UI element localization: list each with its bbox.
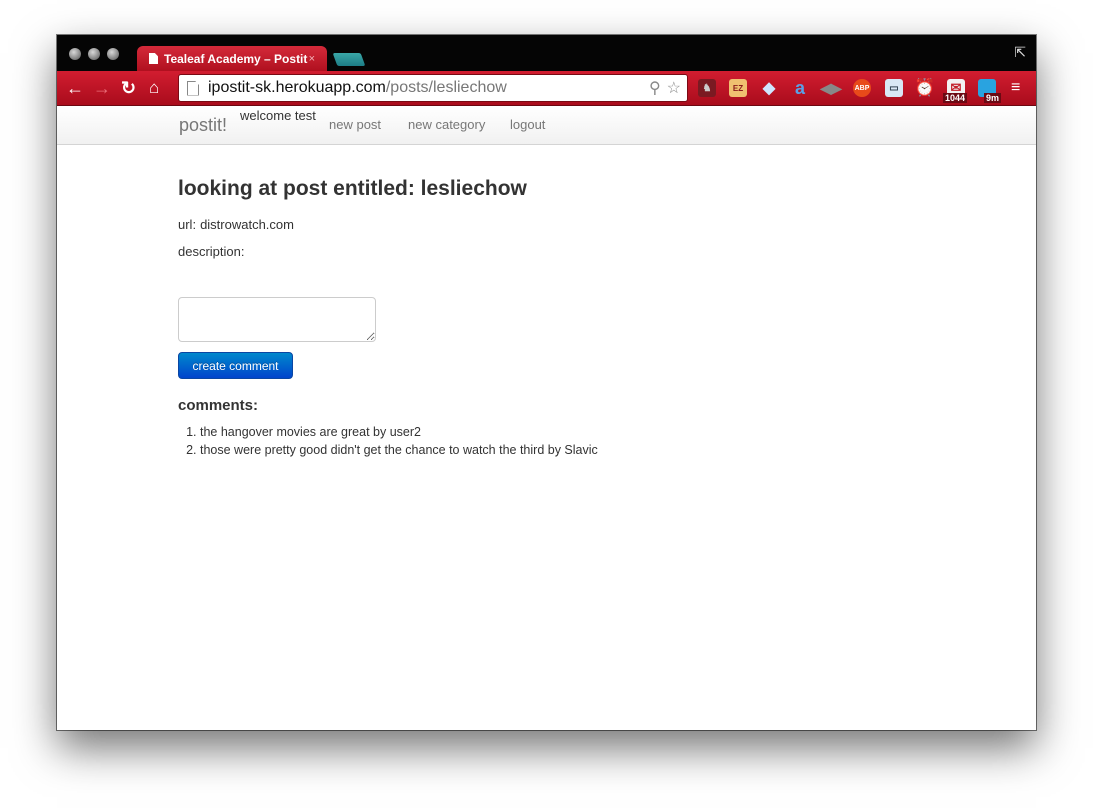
timer-badge: 9m [984, 93, 1002, 103]
gmail-count-badge: 1044 [943, 93, 968, 103]
address-bar[interactable]: ipostit-sk.herokuapp.com/posts/lesliecho… [178, 74, 688, 102]
comment-textarea[interactable] [178, 297, 376, 342]
comment-item: the hangover movies are great by user2 [200, 423, 598, 441]
comments-heading: comments: [178, 397, 259, 414]
close-window-button[interactable] [69, 48, 81, 60]
tab-close-icon[interactable]: × [309, 53, 315, 65]
url-label: url: [178, 217, 197, 232]
tab-title: Tealeaf Academy – Postit [164, 51, 308, 66]
diamond-icon[interactable]: ◆ [760, 79, 778, 97]
minimize-window-button[interactable] [88, 48, 100, 60]
site-brand[interactable]: postit! [179, 115, 227, 136]
browser-toolbar: ← → ↻ ⌂ ipostit-sk.herokuapp.com/posts/l… [57, 71, 1036, 106]
evernote-icon[interactable]: ♞ [698, 79, 716, 97]
url-value: distrowatch.com [200, 217, 294, 232]
page-title: looking at post entitled: lesliechow [178, 177, 527, 200]
browser-window: Tealeaf Academy – Postit × ⇱ ← → ↻ ⌂ ipo… [57, 35, 1036, 730]
back-icon[interactable]: ← [66, 77, 84, 99]
adblock-icon[interactable]: ABP [853, 79, 871, 97]
profile-icon[interactable]: ⇱ [1014, 44, 1026, 61]
post-description-row: description: [178, 244, 248, 259]
home-icon[interactable]: ⌂ [149, 77, 159, 99]
bookmark-star-icon[interactable]: ☆ [667, 78, 681, 98]
document-icon [149, 53, 158, 64]
new-tab-button[interactable] [332, 53, 366, 66]
description-label: description: [178, 244, 245, 259]
forward-icon[interactable]: → [93, 77, 111, 99]
title-bar: Tealeaf Academy – Postit × ⇱ [57, 35, 1036, 71]
welcome-text: welcome test [240, 108, 316, 123]
screenshot-icon[interactable]: ▭ [885, 79, 903, 97]
nav-new-post[interactable]: new post [329, 117, 381, 132]
post-url-row: url: distrowatch.com [178, 217, 294, 232]
url-path: /posts/lesliechow [385, 79, 507, 96]
alarm-clock-icon[interactable]: ⏰ [914, 78, 935, 97]
comment-list: the hangover movies are great by user2 t… [178, 423, 598, 459]
zoom-window-button[interactable] [107, 48, 119, 60]
ez-extension-icon[interactable]: EZ [729, 79, 747, 97]
page-icon [187, 80, 199, 96]
amazon-icon[interactable]: a [791, 78, 809, 98]
menu-icon[interactable]: ≡ [1011, 77, 1020, 99]
site-navbar: postit! welcome test new post new catego… [57, 106, 1036, 145]
search-icon[interactable]: ⚲ [649, 78, 661, 98]
speaker-icon[interactable]: ◀▶ [820, 79, 842, 97]
active-tab-content: Tealeaf Academy – Postit × [143, 46, 323, 71]
reload-icon[interactable]: ↻ [121, 77, 136, 99]
comment-item: those were pretty good didn't get the ch… [200, 441, 598, 459]
nav-new-category[interactable]: new category [408, 117, 485, 132]
page-content: postit! welcome test new post new catego… [57, 106, 1036, 730]
create-comment-button[interactable]: create comment [178, 352, 293, 379]
nav-logout[interactable]: logout [510, 117, 545, 132]
url-host: ipostit-sk.herokuapp.com [208, 79, 386, 96]
